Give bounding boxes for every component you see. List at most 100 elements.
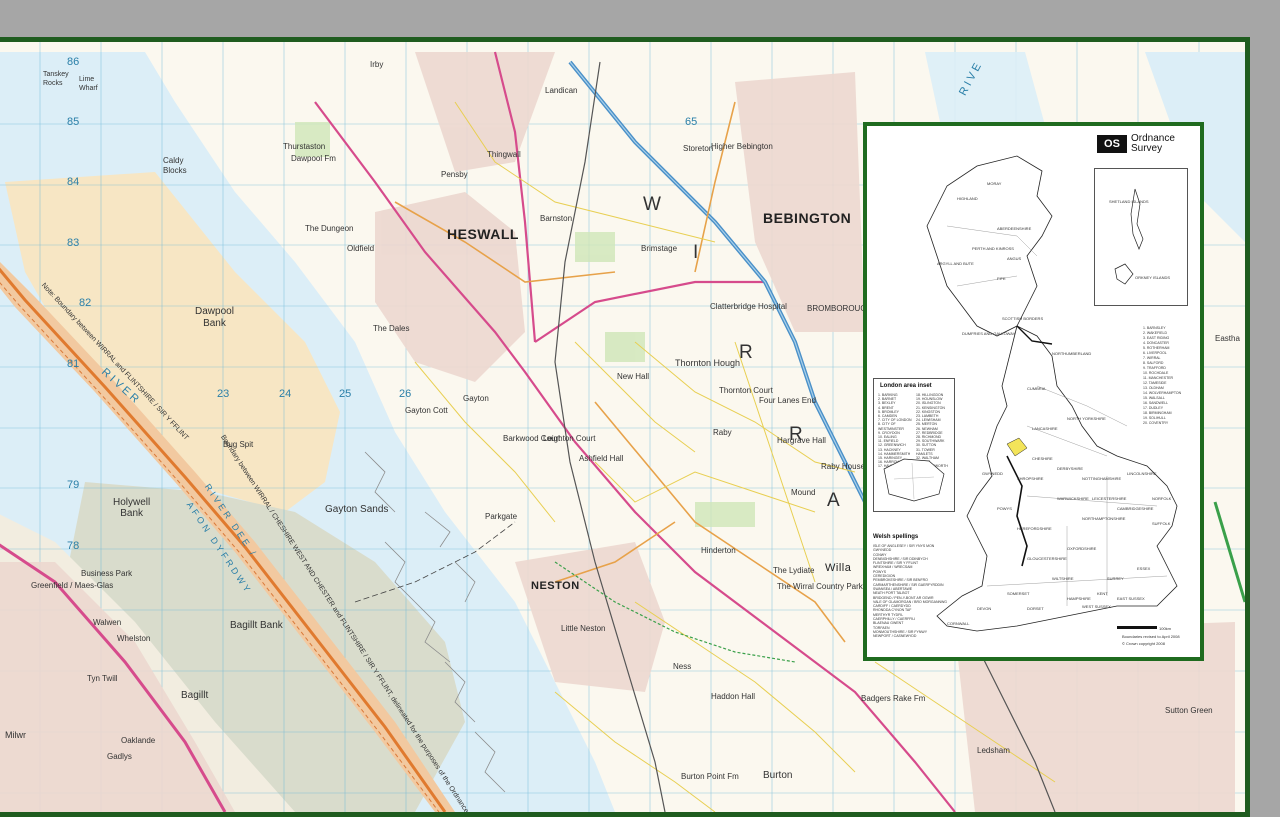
wirral-letter-w: W — [643, 194, 661, 215]
feature-bagillt-bank: Bagillt Bank — [230, 620, 283, 631]
region-label: SURREY — [1107, 576, 1124, 581]
region-label: HEREFORDSHIRE — [1017, 526, 1052, 531]
place-storeton[interactable]: Storeton — [683, 144, 713, 153]
place-irby[interactable]: Irby — [370, 60, 383, 69]
place-pensby[interactable]: Pensby — [441, 170, 468, 179]
region-label: FIFE — [997, 276, 1006, 281]
region-label: HAMPSHIRE — [1067, 596, 1091, 601]
feature-dawpool-line2: Bank — [203, 318, 226, 329]
place-thornton-court[interactable]: Thornton Court — [719, 386, 773, 395]
grid-northing-79: 79 — [67, 479, 80, 491]
region-label: SUFFOLK — [1152, 521, 1171, 526]
place-thornton-hough[interactable]: Thornton Hough — [675, 358, 740, 368]
feature-caldy-line2: Blocks — [163, 166, 187, 175]
place-raby-house[interactable]: Raby House — [821, 462, 865, 471]
town-label-neston: NESTON — [531, 580, 580, 592]
feature-holywell-line1: Holywell — [113, 497, 151, 508]
place-gayton[interactable]: Gayton — [463, 394, 489, 403]
place-tyn-twill[interactable]: Tyn Twill — [87, 674, 118, 683]
scale-label: 100km — [1159, 626, 1172, 631]
grid-northing-81: 81 — [67, 358, 80, 370]
region-label: EAST SUSSEX — [1117, 596, 1145, 601]
place-badgers-rake[interactable]: Badgers Rake Fm — [861, 694, 925, 703]
place-hinderton[interactable]: Hinderton — [701, 546, 736, 555]
welsh-spelling-item: NEWPORT / CASNEWYDD — [873, 634, 917, 639]
place-the-dungeon[interactable]: The Dungeon — [305, 224, 353, 233]
place-little-neston[interactable]: Little Neston — [561, 624, 605, 633]
grid-easting-24: 24 — [279, 388, 292, 400]
place-gadlys[interactable]: Gadlys — [107, 752, 132, 761]
place-raby[interactable]: Raby — [713, 428, 732, 437]
shetland-outline — [1114, 188, 1144, 285]
place-four-lanes-end[interactable]: Four Lanes End — [759, 396, 816, 405]
place-hargrave-hall[interactable]: Hargrave Hall — [777, 436, 826, 445]
place-walwen[interactable]: Walwen — [93, 618, 121, 627]
place-haddon-hall[interactable]: Haddon Hall — [711, 692, 755, 701]
region-label: NOTTINGHAMSHIRE — [1082, 476, 1122, 481]
place-ness[interactable]: Ness — [673, 662, 691, 671]
grid-easting-86: 86 — [67, 56, 80, 68]
place-dawpool-fm[interactable]: Dawpool Fm — [291, 154, 336, 163]
region-label: SCOTTISH BORDERS — [1002, 316, 1044, 321]
feature-gayton-sands: Gayton Sands — [325, 504, 389, 515]
place-bagillt[interactable]: Bagillt — [181, 690, 208, 701]
region-label: DORSET — [1027, 606, 1044, 611]
region-label: ANGUS — [1007, 256, 1022, 261]
place-whelston[interactable]: Whelston — [117, 634, 150, 643]
place-barnston[interactable]: Barnston — [540, 214, 572, 223]
region-label: ARGYLL AND BUTE — [937, 261, 974, 266]
region-label: WILTSHIRE — [1052, 576, 1074, 581]
place-ashfield[interactable]: Ashfield Hall — [579, 454, 623, 463]
place-thingwall[interactable]: Thingwall — [487, 150, 521, 159]
london-inset-title: London area inset — [880, 383, 932, 389]
welsh-spellings-title: Welsh spellings — [873, 534, 919, 540]
place-thurstaston[interactable]: Thurstaston — [283, 142, 325, 151]
feature-tanskey-line2: Rocks — [43, 80, 63, 87]
place-business-park[interactable]: Business Park — [81, 569, 132, 578]
grid-northing-82: 82 — [79, 297, 92, 309]
place-parkgate[interactable]: Parkgate — [485, 512, 517, 521]
place-the-lydiate[interactable]: The Lydiate — [773, 566, 815, 575]
copyright-note: © Crown copyright 2008 — [1122, 641, 1165, 646]
place-eastham[interactable]: Eastha — [1215, 334, 1240, 343]
wirral-letter-i: I — [693, 242, 699, 263]
feature-tanskey-rocks: Tanskey Rocks — [43, 70, 69, 88]
place-barkwood[interactable]: Barkwood Court — [503, 434, 560, 443]
place-mound[interactable]: Mound — [791, 488, 815, 497]
place-clatterbridge[interactable]: Clatterbridge Hospital — [710, 302, 787, 311]
region-label: MORAY — [987, 181, 1002, 186]
place-greenfield[interactable]: Greenfield / Maes-Glas — [31, 581, 113, 590]
grid-easting-25: 25 — [339, 388, 352, 400]
place-oldfield[interactable]: Oldfield — [347, 244, 374, 253]
region-label: LINCOLNSHIRE — [1127, 471, 1157, 476]
region-label: OXFORDSHIRE — [1067, 546, 1097, 551]
london-area-inset: London area inset 1. BARKING 2. BARNET 3. … — [873, 378, 955, 512]
place-the-dales[interactable]: The Dales — [373, 324, 409, 333]
boundaries-revised-note: Boundaries revised to April 2008 — [1122, 634, 1180, 639]
grid-easting-23: 23 — [217, 388, 230, 400]
region-label: HIGHLAND — [957, 196, 978, 201]
place-sutton-green[interactable]: Sutton Green — [1165, 706, 1213, 715]
wirral-letter-a: A — [827, 490, 840, 511]
place-gayton-cott[interactable]: Gayton Cott — [405, 406, 448, 415]
place-oakland[interactable]: Oaklande — [121, 736, 155, 745]
os-inset-panel: OS Ordnance Survey SHETLAND ISLANDS ORKN… — [863, 122, 1204, 661]
region-label: LANCASHIRE — [1032, 426, 1058, 431]
place-higher-bebington[interactable]: Higher Bebington — [711, 142, 773, 151]
place-burton[interactable]: Burton — [763, 770, 792, 781]
feature-dawpool-line1: Dawpool — [195, 306, 234, 317]
place-landican[interactable]: Landican — [545, 86, 577, 95]
map-frame[interactable]: HESWALL BEBINGTON NESTON Willa W I R R A… — [0, 37, 1250, 817]
region-label: KENT — [1097, 591, 1108, 596]
feature-holywell-bank: Holywell Bank — [113, 497, 150, 519]
place-ledsham[interactable]: Ledsham — [977, 746, 1010, 755]
place-milwr[interactable]: Milwr — [5, 730, 26, 740]
place-burton-point[interactable]: Burton Point Fm — [681, 772, 739, 781]
region-label: DERBYSHIRE — [1057, 466, 1084, 471]
place-wirral-country-park[interactable]: The Wirral Country Park — [777, 582, 863, 591]
region-label: SHROPSHIRE — [1017, 476, 1044, 481]
place-brimstage[interactable]: Brimstage — [641, 244, 677, 253]
region-label: LEICESTERSHIRE — [1092, 496, 1127, 501]
feature-holywell-line2: Bank — [120, 508, 144, 519]
place-new-hall[interactable]: New Hall — [617, 372, 649, 381]
